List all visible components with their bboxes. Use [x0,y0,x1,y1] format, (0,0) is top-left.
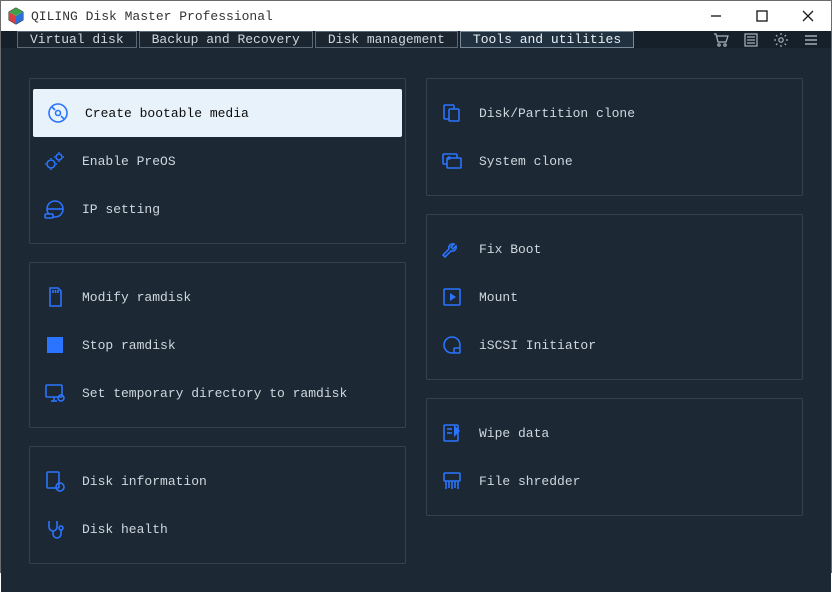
iscsi-icon [439,332,465,358]
tool-item-wipe-data[interactable]: Wipe data [427,409,802,457]
tab-label: Disk management [328,32,445,47]
sdcard-icon [42,284,68,310]
app-title: QILING Disk Master Professional [31,9,693,24]
tool-item-label: Set temporary directory to ramdisk [82,386,347,401]
tool-group: Disk information Disk health [29,446,406,564]
tool-item-file-shredder[interactable]: File shredder [427,457,802,505]
tool-item-label: Disk health [82,522,168,537]
tool-group: Wipe data File shredder [426,398,803,516]
monitor-gear-icon [42,380,68,406]
tab-disk-management[interactable]: Disk management [315,31,458,48]
tool-item-disk-partition-clone[interactable]: Disk/Partition clone [427,89,802,137]
tool-item-modify-ramdisk[interactable]: Modify ramdisk [30,273,405,321]
menubar-icons [713,31,823,48]
tool-item-label: Wipe data [479,426,549,441]
tool-item-create-bootable-media[interactable]: Create bootable media [33,89,402,137]
maximize-button[interactable] [739,1,785,31]
window-controls [693,1,831,31]
hamburger-icon[interactable] [803,32,819,48]
wrench-icon [439,236,465,262]
right-column: Disk/Partition clone System clone Fix Boot… [426,78,803,564]
sysclone-icon [439,148,465,174]
left-column: Create bootable media Enable PreOS IP sett… [29,78,406,564]
tab-tools-and-utilities[interactable]: Tools and utilities [460,31,634,48]
tool-item-label: Disk information [82,474,207,489]
tool-group: Disk/Partition clone System clone [426,78,803,196]
tool-item-label: System clone [479,154,573,169]
tool-item-label: Create bootable media [85,106,249,121]
tool-item-enable-preos[interactable]: Enable PreOS [30,137,405,185]
disc-icon [45,100,71,126]
tool-item-disk-information[interactable]: Disk information [30,457,405,505]
tool-item-stop-ramdisk[interactable]: Stop ramdisk [30,321,405,369]
app-window: QILING Disk Master Professional Virtual … [0,0,832,573]
tool-item-label: Fix Boot [479,242,541,257]
tab-virtual-disk[interactable]: Virtual disk [17,31,137,48]
tool-group: Create bootable media Enable PreOS IP sett… [29,78,406,244]
steth-icon [42,516,68,542]
client-area: Create bootable media Enable PreOS IP sett… [1,48,831,592]
settings-icon[interactable] [773,32,789,48]
netdisk-icon [42,196,68,222]
tool-item-label: Mount [479,290,518,305]
tool-group: Modify ramdisk Stop ramdisk Set temporary … [29,262,406,428]
tab-backup-and-recovery[interactable]: Backup and Recovery [139,31,313,48]
tool-item-set-temporary-directory-to-ramdisk[interactable]: Set temporary directory to ramdisk [30,369,405,417]
tool-item-mount[interactable]: Mount [427,273,802,321]
play-sq-icon [439,284,465,310]
gears-icon [42,148,68,174]
minimize-button[interactable] [693,1,739,31]
square-stop-icon [42,332,68,358]
tool-item-system-clone[interactable]: System clone [427,137,802,185]
tool-item-label: Disk/Partition clone [479,106,635,121]
tab-label: Tools and utilities [473,32,621,47]
tabs: Virtual disk Backup and Recovery Disk mana… [17,31,634,48]
shredder-icon [439,468,465,494]
tool-item-label: IP setting [82,202,160,217]
tool-item-label: Enable PreOS [82,154,176,169]
menubar: Virtual disk Backup and Recovery Disk mana… [1,31,831,48]
wipe-icon [439,420,465,446]
tab-label: Backup and Recovery [152,32,300,47]
tool-item-label: Modify ramdisk [82,290,191,305]
tool-item-label: iSCSI Initiator [479,338,596,353]
cart-icon[interactable] [713,32,729,48]
doc-disk-icon [42,468,68,494]
tab-label: Virtual disk [30,32,124,47]
close-button[interactable] [785,1,831,31]
app-logo-icon [7,7,25,25]
tool-item-fix-boot[interactable]: Fix Boot [427,225,802,273]
tool-item-iscsi-initiator[interactable]: iSCSI Initiator [427,321,802,369]
tool-item-label: Stop ramdisk [82,338,176,353]
tool-group: Fix Boot Mount iSCSI Initiator [426,214,803,380]
clone-icon [439,100,465,126]
tool-item-disk-health[interactable]: Disk health [30,505,405,553]
list-icon[interactable] [743,32,759,48]
titlebar: QILING Disk Master Professional [1,1,831,31]
tool-item-ip-setting[interactable]: IP setting [30,185,405,233]
tool-item-label: File shredder [479,474,580,489]
